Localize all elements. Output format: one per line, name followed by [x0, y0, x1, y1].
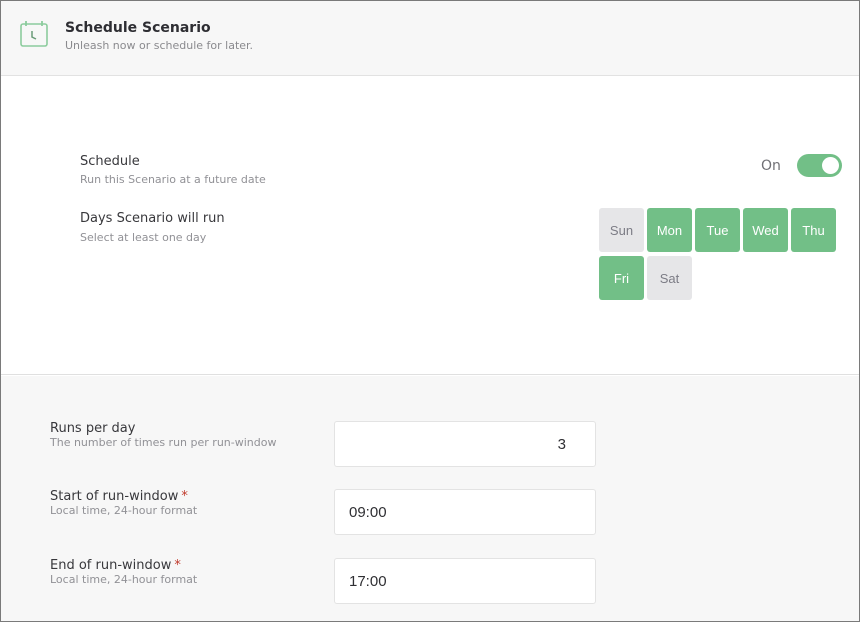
run-window-section: Runs per day The number of times run per… [1, 376, 859, 621]
schedule-toggle-label: On [761, 158, 781, 174]
end-window-label-text: End of run-window [50, 558, 172, 573]
runs-per-day-input[interactable]: 3 [334, 421, 596, 467]
start-window-label-text: Start of run-window [50, 489, 179, 504]
runs-per-day-label: Runs per day [50, 421, 136, 436]
schedule-section: Schedule Run this Scenario at a future d… [1, 77, 859, 375]
calendar-clock-icon [20, 21, 48, 47]
required-mark: * [174, 558, 181, 573]
page-subtitle: Unleash now or schedule for later. [65, 39, 254, 52]
day-tue[interactable]: Tue [695, 208, 740, 252]
page-title: Schedule Scenario [65, 20, 211, 36]
schedule-description: Run this Scenario at a future date [80, 173, 266, 186]
day-mon[interactable]: Mon [647, 208, 692, 252]
schedule-label: Schedule [80, 154, 140, 169]
days-description: Select at least one day [80, 231, 207, 244]
panel-header: Schedule Scenario Unleash now or schedul… [1, 1, 859, 76]
schedule-scenario-panel: Schedule Scenario Unleash now or schedul… [0, 0, 860, 622]
runs-per-day-description: The number of times run per run-window [50, 436, 277, 449]
day-fri[interactable]: Fri [599, 256, 644, 300]
end-window-label: End of run-window * [50, 558, 181, 573]
start-window-description: Local time, 24-hour format [50, 504, 198, 517]
toggle-knob [822, 157, 839, 174]
end-window-description: Local time, 24-hour format [50, 573, 198, 586]
day-wed[interactable]: Wed [743, 208, 788, 252]
day-sun[interactable]: Sun [599, 208, 644, 252]
required-mark: * [181, 489, 188, 504]
day-sat[interactable]: Sat [647, 256, 692, 300]
start-window-input[interactable]: 09:00 [334, 489, 596, 535]
start-window-label: Start of run-window * [50, 489, 188, 504]
end-window-input[interactable]: 17:00 [334, 558, 596, 604]
day-thu[interactable]: Thu [791, 208, 836, 252]
schedule-toggle[interactable] [797, 154, 842, 177]
days-label: Days Scenario will run [80, 211, 225, 226]
